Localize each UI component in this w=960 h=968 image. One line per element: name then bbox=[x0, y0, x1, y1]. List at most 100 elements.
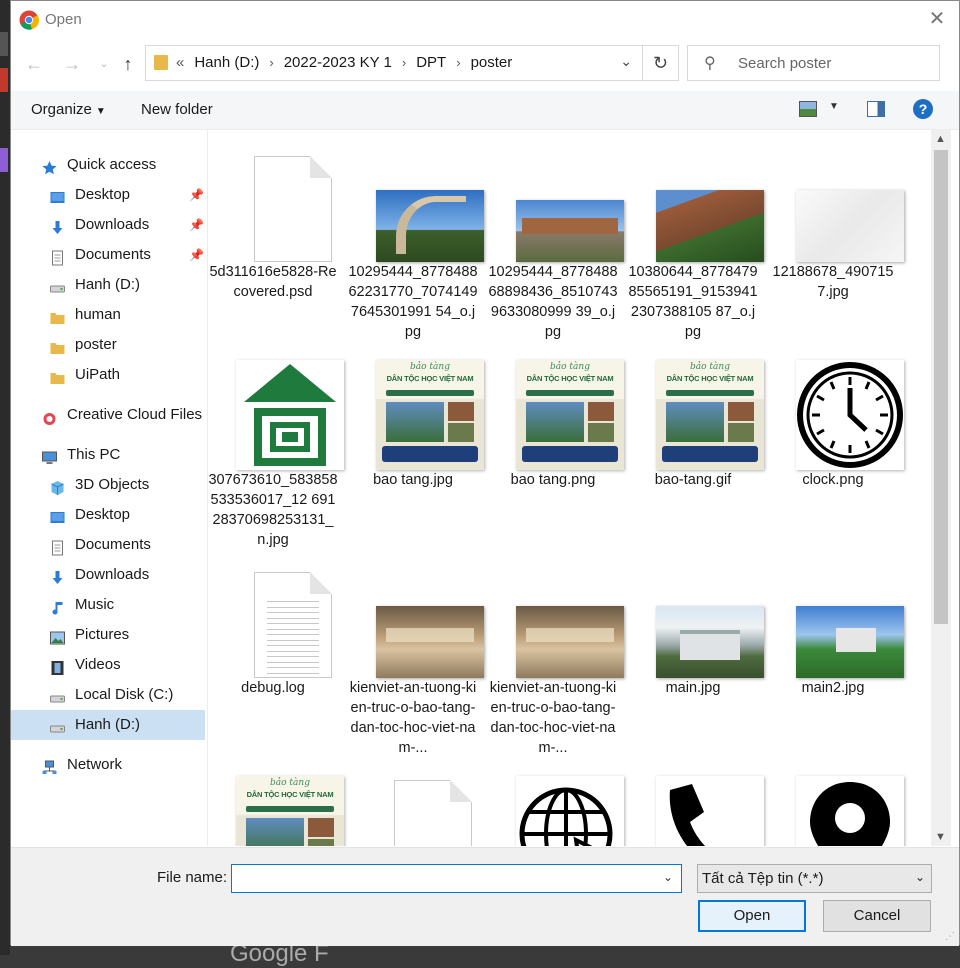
sidebar-item[interactable]: 3D Objects bbox=[11, 470, 205, 500]
sidebar-item[interactable]: Local Disk (C:) bbox=[11, 680, 205, 710]
download-arrow-icon bbox=[49, 567, 66, 584]
music-note-icon bbox=[49, 597, 66, 615]
file-name: 10295444_877848862231770_707414976453019… bbox=[348, 264, 478, 340]
bg-mark bbox=[0, 148, 8, 172]
sidebar-item-label: This PC bbox=[67, 446, 121, 463]
drive-icon bbox=[49, 277, 66, 293]
breadcrumb-item[interactable]: 2022-2023 KY 1 bbox=[284, 54, 392, 71]
close-button[interactable]: ✕ bbox=[925, 7, 949, 31]
sidebar-item-label: Music bbox=[75, 596, 115, 613]
file-type-select[interactable]: Tất cả Tệp tin (*.*) ⌄ bbox=[697, 864, 932, 893]
sidebar-item[interactable]: Network bbox=[11, 750, 205, 780]
breadcrumb-item[interactable]: poster bbox=[471, 54, 513, 71]
pin-icon: 📌 bbox=[189, 188, 204, 202]
sidebar-item-label: Documents bbox=[75, 536, 151, 553]
pictures-icon bbox=[49, 627, 66, 645]
cube-icon bbox=[49, 477, 66, 495]
folder-icon bbox=[49, 367, 66, 384]
preview-pane-icon[interactable] bbox=[867, 101, 885, 117]
sidebar-item-label: Downloads bbox=[75, 566, 150, 583]
sidebar-item-label: UiPath bbox=[75, 366, 121, 383]
view-options-icon[interactable] bbox=[799, 101, 817, 117]
file-name: clock.png bbox=[802, 472, 864, 488]
chevron-down-icon[interactable]: ⌄ bbox=[620, 53, 632, 70]
forward-arrow-icon[interactable]: → bbox=[61, 53, 83, 75]
sidebar-item[interactable]: Pictures bbox=[11, 620, 205, 650]
sidebar-item[interactable]: UiPath bbox=[11, 360, 205, 390]
sidebar-item[interactable]: Desktop 📌 bbox=[11, 180, 205, 210]
sidebar-item-label: Downloads bbox=[75, 216, 150, 233]
help-icon[interactable]: ? bbox=[913, 99, 933, 119]
image-thumbnail bbox=[796, 606, 904, 678]
sidebar-item-label: poster bbox=[75, 336, 117, 353]
chevron-right-icon: › bbox=[401, 55, 407, 70]
sidebar-item[interactable]: Hanh (D:) bbox=[11, 270, 205, 300]
scroll-up-icon[interactable]: ▲ bbox=[935, 133, 946, 145]
file-name: kienviet-an-tuong-kien-truc-o-bao-tang-d… bbox=[489, 680, 617, 756]
sidebar-item-label: Desktop bbox=[75, 186, 131, 203]
sidebar-item-label: 3D Objects bbox=[75, 476, 150, 493]
sidebar-item-label: Creative Cloud Files bbox=[67, 406, 203, 423]
phone-icon bbox=[656, 776, 764, 846]
breadcrumb-overflow[interactable]: « bbox=[176, 54, 184, 71]
location-pin-icon bbox=[796, 776, 904, 846]
drive-icon bbox=[49, 687, 66, 703]
window-title: Open bbox=[45, 11, 82, 28]
sidebar-item[interactable]: Hanh (D:) bbox=[11, 710, 205, 740]
file-name-field[interactable]: ⌄ bbox=[231, 864, 682, 893]
film-icon bbox=[49, 657, 66, 675]
search-box[interactable]: ⚲ bbox=[687, 45, 940, 81]
drive-icon bbox=[49, 717, 66, 733]
poster-script: bảo tàng bbox=[270, 778, 310, 788]
sidebar-item[interactable]: poster bbox=[11, 330, 205, 360]
sidebar-item[interactable]: Creative Cloud Files bbox=[11, 400, 205, 430]
background-window-edge bbox=[0, 0, 10, 955]
vertical-scrollbar[interactable]: ▲ ▼ bbox=[931, 130, 951, 846]
image-thumbnail bbox=[656, 190, 764, 262]
sidebar-item[interactable]: Desktop bbox=[11, 500, 205, 530]
title-bar: Open ✕ bbox=[11, 1, 959, 39]
poster-thumbnail: bảo tàng DÂN TỘC HỌC VIỆT NAM bbox=[656, 360, 764, 470]
recent-chevron-icon[interactable]: ⌄ bbox=[93, 53, 115, 75]
resize-grip-icon[interactable]: ⋰ bbox=[945, 931, 955, 942]
up-arrow-icon[interactable]: ↑ bbox=[117, 53, 139, 75]
sidebar-item[interactable]: Quick access bbox=[11, 150, 205, 180]
file-name: 10380644_877847985565191_915394123073881… bbox=[628, 264, 758, 340]
sidebar-item[interactable]: This PC bbox=[11, 440, 205, 470]
sidebar-item[interactable]: human bbox=[11, 300, 205, 330]
breadcrumb-item[interactable]: DPT bbox=[416, 54, 446, 71]
caret-down-icon: ▼ bbox=[95, 106, 106, 117]
poster-script: bảo tàng bbox=[550, 362, 590, 372]
breadcrumb-item[interactable]: Hanh (D:) bbox=[194, 54, 259, 71]
sidebar-item-label: Network bbox=[67, 756, 123, 773]
address-bar[interactable]: « Hanh (D:) › 2022-2023 KY 1 › DPT › pos… bbox=[145, 45, 643, 81]
back-arrow-icon[interactable]: ← bbox=[23, 53, 45, 75]
file-name: 10295444_877848868898436_851074396330809… bbox=[488, 264, 618, 340]
search-input[interactable] bbox=[736, 54, 930, 73]
poster-heading: DÂN TỘC HỌC VIỆT NAM bbox=[386, 374, 474, 383]
file-grid: 5d311616e5828-Recovered.psd 10295444_8778… bbox=[208, 130, 931, 846]
new-folder-button[interactable]: New folder bbox=[141, 101, 213, 118]
chevron-down-icon: ⌄ bbox=[914, 870, 925, 884]
organize-button[interactable]: Organize ▼ bbox=[31, 101, 106, 118]
open-button[interactable]: Open bbox=[698, 900, 806, 932]
sidebar-item[interactable]: Downloads 📌 bbox=[11, 210, 205, 240]
file-name: kienviet-an-tuong-kien-truc-o-bao-tang-d… bbox=[349, 680, 477, 756]
sidebar-item-label: Local Disk (C:) bbox=[75, 686, 174, 703]
caret-down-icon[interactable]: ▼ bbox=[829, 101, 839, 112]
image-thumbnail bbox=[656, 606, 764, 678]
refresh-icon[interactable]: ↻ bbox=[643, 45, 679, 81]
scroll-down-icon[interactable]: ▼ bbox=[935, 831, 946, 843]
chevron-down-icon[interactable]: ⌄ bbox=[663, 870, 673, 884]
cancel-button[interactable]: Cancel bbox=[823, 900, 931, 932]
scrollbar-thumb[interactable] bbox=[934, 150, 948, 624]
file-name: 307673610_583858533536017_12 69128370698… bbox=[208, 472, 338, 548]
sidebar-item[interactable]: Documents bbox=[11, 530, 205, 560]
sidebar-item-label: Quick access bbox=[67, 156, 157, 173]
sidebar-item[interactable]: Videos bbox=[11, 650, 205, 680]
desktop-folder-icon bbox=[49, 187, 66, 203]
sidebar-item[interactable]: Music bbox=[11, 590, 205, 620]
sidebar-item[interactable]: Documents 📌 bbox=[11, 240, 205, 270]
sidebar-item[interactable]: Downloads bbox=[11, 560, 205, 590]
document-file-icon bbox=[394, 780, 472, 846]
